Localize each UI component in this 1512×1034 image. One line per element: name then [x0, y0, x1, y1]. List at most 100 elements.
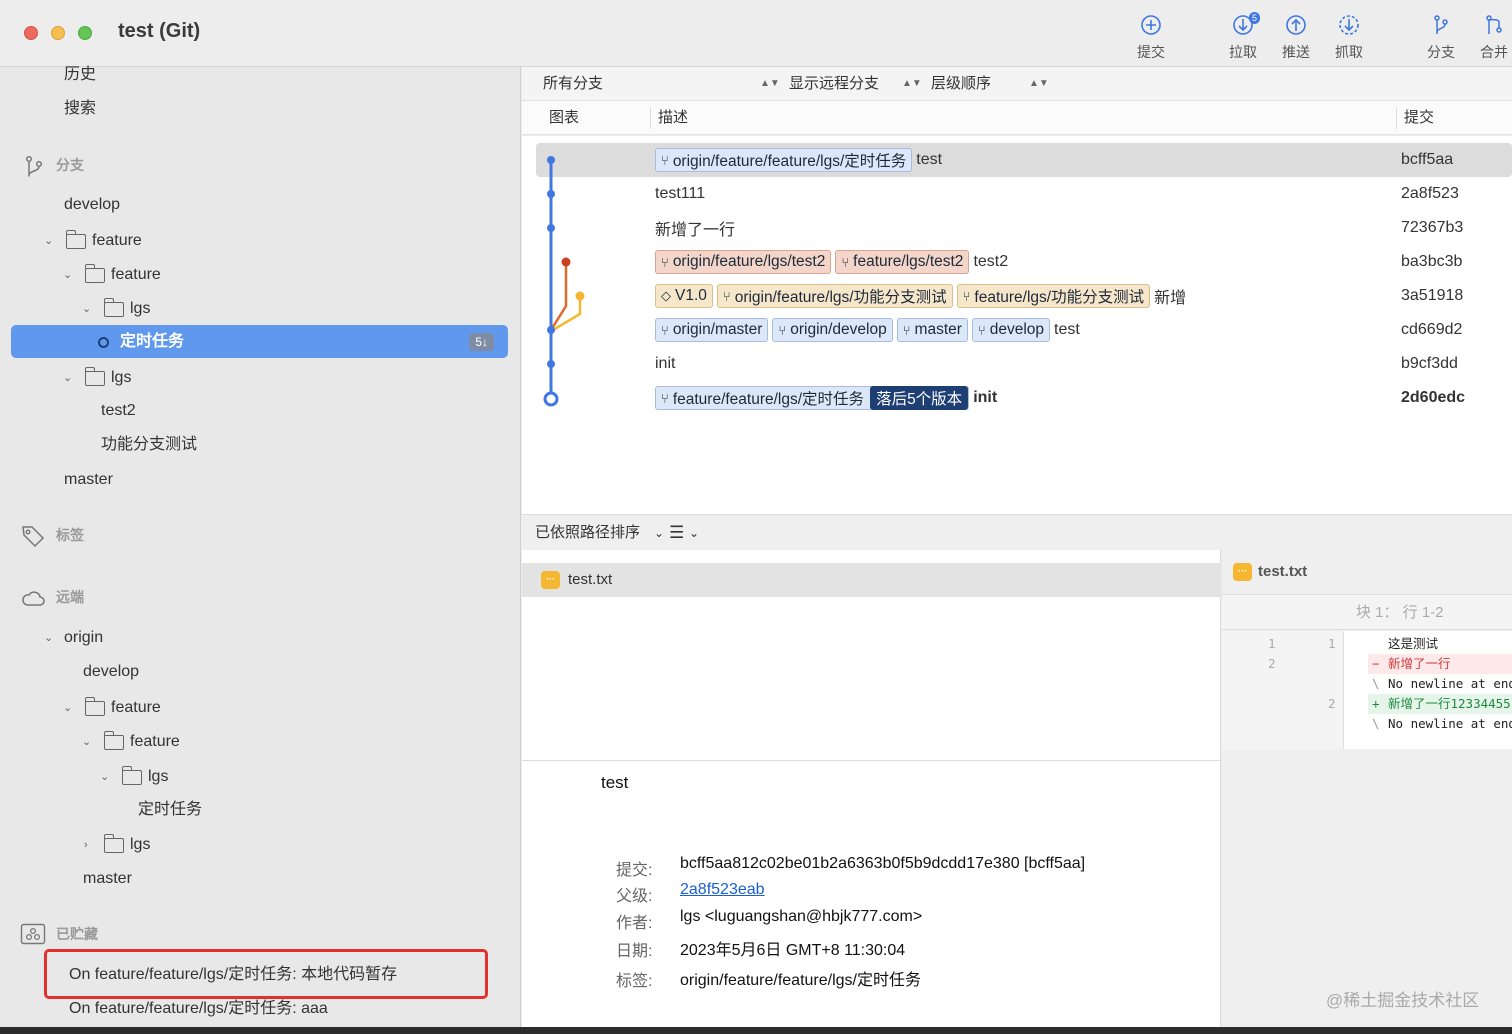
commit-list: ⑂ origin/feature/feature/lgs/定时任务 test bc…: [522, 136, 1512, 514]
commit-description: ⑂ origin/feature/lgs/test2 ⑂ feature/lgs/t…: [655, 245, 1008, 279]
branches-section-header[interactable]: 分支: [20, 148, 220, 182]
sidebar-remote-task[interactable]: 定时任务: [138, 793, 202, 827]
minimize-window-button[interactable]: [51, 26, 65, 40]
sidebar-remote-folder-feature-nested[interactable]: ⌄ feature: [82, 725, 282, 759]
sidebar-branch-master[interactable]: master: [64, 463, 113, 497]
chevron-down-icon[interactable]: ⌄: [63, 361, 72, 395]
sidebar-remote-folder-lgs[interactable]: ⌄ lgs: [100, 760, 300, 794]
branch-icon: ⑂: [661, 254, 669, 270]
chevron-down-icon[interactable]: ⌄: [654, 515, 664, 551]
folder-label: lgs: [111, 369, 132, 386]
push-button[interactable]: 推送: [1271, 12, 1321, 64]
file-name: test.txt: [568, 571, 613, 588]
sidebar-folder-feature-nested[interactable]: ⌄ feature: [63, 258, 263, 292]
chevron-down-icon[interactable]: ⌄: [100, 760, 109, 794]
tag-icon: [22, 526, 45, 548]
chevron-down-icon[interactable]: ⌄: [689, 515, 699, 551]
chevron-down-icon[interactable]: ⌄: [63, 258, 72, 292]
chevron-updown-icon[interactable]: ▲▼: [760, 67, 780, 100]
sidebar-branch-selected[interactable]: 定时任务 5↓: [11, 325, 508, 358]
branch-ref-label[interactable]: ⑂ origin/feature/lgs/test2: [655, 250, 832, 274]
behind-status-badge: 落后5个版本: [870, 386, 969, 410]
close-window-button[interactable]: [24, 26, 38, 40]
sidebar-remote-develop[interactable]: develop: [83, 655, 139, 689]
folder-icon: [104, 834, 124, 853]
sidebar-remote-folder-feature[interactable]: ⌄ feature: [63, 691, 263, 725]
stash-highlight-box: [44, 949, 488, 999]
stashes-section-header[interactable]: 已贮藏: [20, 917, 220, 951]
commit-row[interactable]: ⑂ origin/feature/lgs/test2 ⑂ feature/lgs/t…: [522, 245, 1512, 279]
sidebar-remote-folder-lgs-2[interactable]: › lgs: [82, 828, 282, 862]
ref-name: feature/lgs/test2: [853, 253, 964, 270]
tags-section-header[interactable]: 标签: [20, 518, 220, 552]
sidebar-item-search[interactable]: 搜索: [64, 92, 96, 126]
detail-parent-link[interactable]: 2a8f523eab: [680, 881, 765, 899]
sidebar-branch-test2[interactable]: test2: [101, 394, 136, 428]
sidebar: 历史 搜索 分支 develop ⌄ feature ⌄ feature ⌄ l…: [0, 66, 521, 1027]
commit-row[interactable]: test111 2a8f523: [522, 177, 1512, 211]
branch-ref-label[interactable]: ⑂ origin/feature/lgs/功能分支测试: [716, 284, 953, 308]
window-title: test (Git): [118, 20, 201, 42]
chevron-down-icon[interactable]: ⌄: [82, 725, 91, 759]
folder-label: lgs: [148, 768, 169, 785]
merge-button[interactable]: 合并: [1469, 12, 1512, 64]
branch-filter-select[interactable]: 所有分支: [543, 67, 603, 100]
sidebar-item-history[interactable]: 历史: [64, 58, 96, 92]
branch-ref-label[interactable]: ⑂ origin/master: [655, 318, 769, 342]
remote-filter-select[interactable]: 显示远程分支: [789, 67, 879, 100]
sidebar-branch-develop[interactable]: develop: [64, 188, 120, 222]
commit-description: ⑂ origin/feature/feature/lgs/定时任务 test: [655, 143, 942, 177]
old-line-number: 1: [1268, 636, 1276, 651]
chevron-down-icon[interactable]: ⌄: [63, 691, 72, 725]
order-select[interactable]: 层级顺序: [931, 67, 991, 100]
commit-row[interactable]: init b9cf3dd: [522, 347, 1512, 381]
title-bar: test (Git) 提交 5 拉取 推送 抓取 分支 合并: [0, 0, 1512, 67]
chevron-right-icon[interactable]: ›: [84, 828, 88, 862]
diff-line-no-newline: No newline at end of file \: [1222, 714, 1512, 734]
column-header-graph[interactable]: 图表: [549, 101, 579, 134]
column-divider[interactable]: [650, 107, 651, 129]
sidebar-folder-lgs-2[interactable]: ⌄ lgs: [63, 361, 263, 395]
remotes-section-header[interactable]: 远端: [20, 580, 220, 614]
pull-button[interactable]: 5 拉取: [1218, 12, 1268, 64]
branch-ref-label[interactable]: ⑂ origin/develop: [772, 318, 893, 342]
sidebar-folder-lgs[interactable]: ⌄ lgs: [82, 292, 282, 326]
column-divider[interactable]: [1396, 107, 1397, 129]
column-header-commit[interactable]: 提交: [1404, 101, 1434, 134]
branch-button[interactable]: 分支: [1416, 12, 1466, 64]
branch-icon: ⑂: [661, 390, 669, 406]
sidebar-remote-origin[interactable]: ⌄ origin: [44, 621, 244, 655]
stash-box-icon: [20, 923, 46, 945]
new-line-number: 1: [1328, 636, 1336, 651]
branch-ref-label[interactable]: ⑂ master: [896, 318, 968, 342]
list-view-icon[interactable]: ☰: [669, 515, 684, 551]
sidebar-branch-func-test[interactable]: 功能分支测试: [101, 428, 197, 462]
branch-ref-label[interactable]: ⑂ develop: [971, 318, 1051, 342]
sort-by-path-select[interactable]: 已依照路径排序: [535, 515, 640, 551]
commit-button[interactable]: 提交: [1126, 12, 1176, 64]
commit-row[interactable]: ⑂ feature/feature/lgs/定时任务 落后5个版本 init 2d6…: [522, 381, 1512, 415]
branch-ref-label[interactable]: ⑂ feature/lgs/功能分支测试: [956, 284, 1151, 308]
commit-row[interactable]: ⑂ origin/master ⑂ origin/develop ⑂ master ⑂…: [522, 313, 1512, 347]
commit-row[interactable]: ⑂ origin/feature/feature/lgs/定时任务 test bc…: [536, 143, 1512, 177]
chevron-down-icon[interactable]: ⌄: [44, 224, 53, 258]
tag-ref-label[interactable]: ◇ V1.0: [655, 284, 713, 308]
chevron-updown-icon[interactable]: ▲▼: [1029, 67, 1049, 100]
zoom-window-button[interactable]: [78, 26, 92, 40]
file-row[interactable]: ··· test.txt: [522, 563, 1221, 597]
sidebar-remote-master[interactable]: master: [83, 862, 132, 896]
fetch-button[interactable]: 抓取: [1324, 12, 1374, 64]
chevron-down-icon[interactable]: ⌄: [82, 292, 91, 326]
branch-ref-label[interactable]: ⑂ origin/feature/feature/lgs/定时任务: [655, 148, 913, 172]
hunk-header[interactable]: 块 1： 行 1-2: [1222, 594, 1512, 630]
watermark: @稀土掘金技术社区: [1326, 991, 1480, 1010]
column-header-description[interactable]: 描述: [658, 101, 688, 134]
chevron-down-icon[interactable]: ⌄: [44, 621, 53, 655]
chevron-updown-icon[interactable]: ▲▼: [902, 67, 922, 100]
diff-line: 1 1 这是测试: [1222, 634, 1512, 654]
commit-row[interactable]: 新增了一行 72367b3: [522, 211, 1512, 245]
branch-ref-label[interactable]: ⑂ feature/lgs/test2: [835, 250, 970, 274]
commit-row[interactable]: ◇ V1.0 ⑂ origin/feature/lgs/功能分支测试 ⑂ featur…: [522, 279, 1512, 313]
sidebar-folder-feature[interactable]: ⌄ feature: [44, 224, 244, 258]
branch-ref-label[interactable]: ⑂ feature/feature/lgs/定时任务 落后5个版本: [655, 386, 970, 410]
